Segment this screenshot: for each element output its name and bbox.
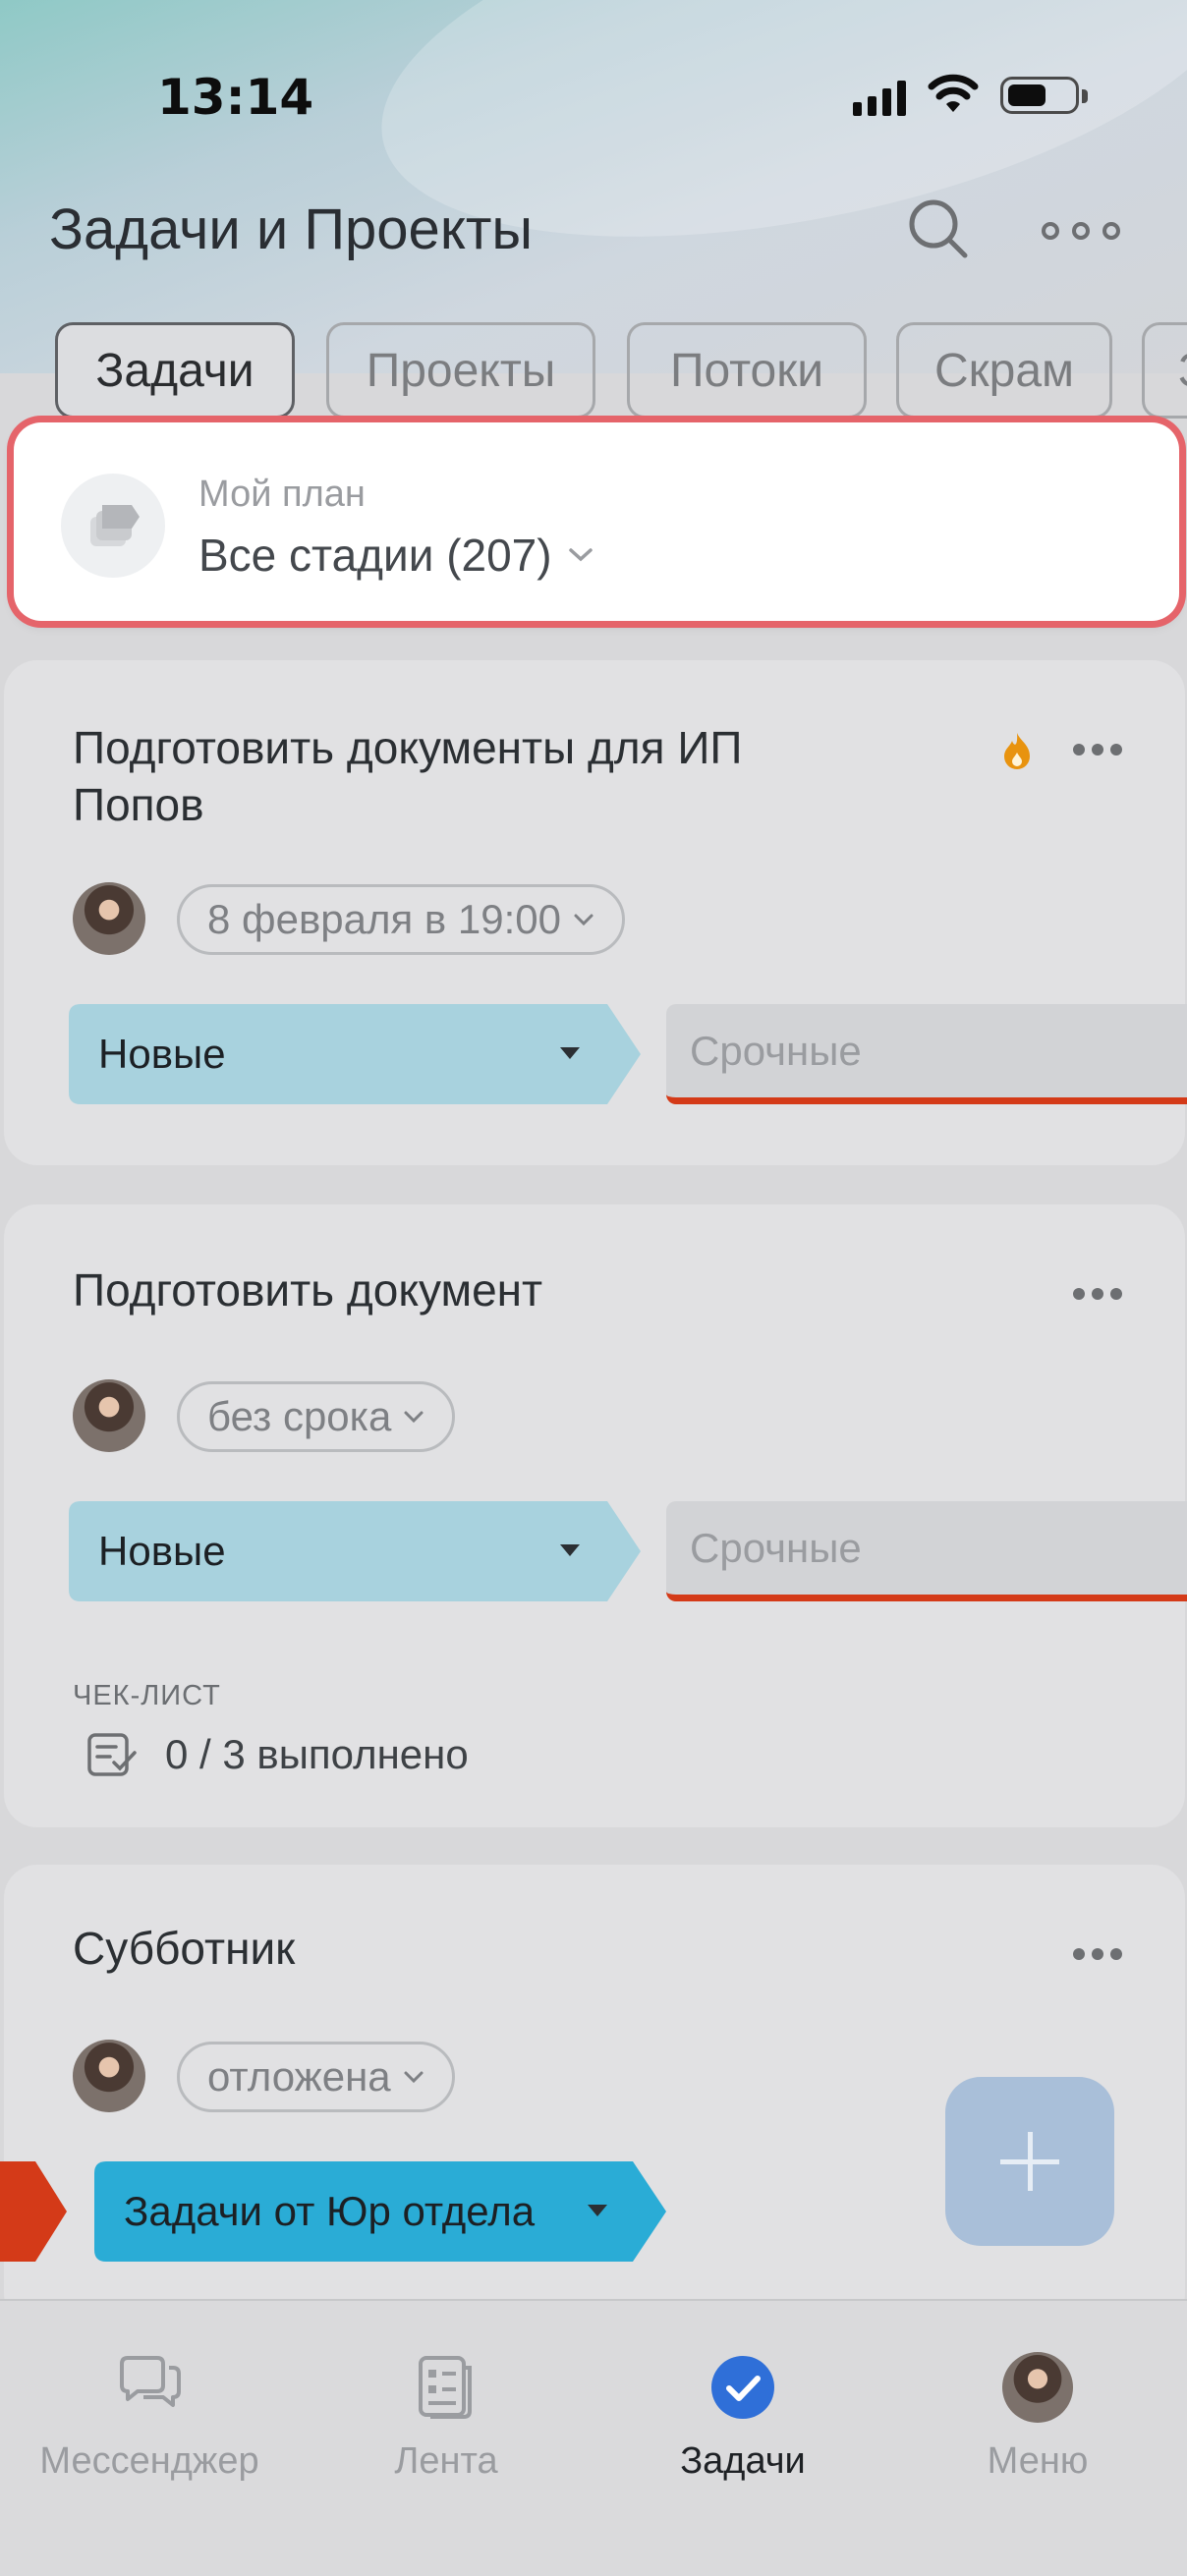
task-card[interactable]: Подготовить документ без срока Новые Сро… [4, 1204, 1187, 1827]
stage-label: Задачи от Юр отдела [124, 2188, 536, 2234]
deadline-text: без срока [207, 1393, 392, 1439]
task-more-icon[interactable] [1073, 1947, 1122, 1961]
stage-selector[interactable]: Новые [69, 1501, 641, 1601]
chevron-down-icon [404, 2071, 424, 2084]
tab-more[interactable]: З [1142, 322, 1187, 419]
plan-label: Мой план [198, 474, 366, 515]
checklist-progress-text: 0 / 3 выполнено [165, 1731, 469, 1777]
tab-scrum[interactable]: Скрам [896, 322, 1112, 419]
stage-selector[interactable]: Задачи от Юр отдела [94, 2161, 666, 2262]
caret-down-icon [588, 2205, 607, 2216]
task-title[interactable]: Субботник [73, 1920, 839, 1977]
task-card[interactable]: Подготовить документы для ИП Попов 8 фев… [4, 660, 1187, 1165]
nav-label: Меню [987, 2440, 1089, 2482]
more-options-icon[interactable] [1042, 201, 1120, 260]
deadline-pill[interactable]: без срока [177, 1381, 456, 1452]
tab-flows[interactable]: Потоки [627, 322, 867, 419]
messenger-icon [120, 2356, 181, 2407]
stack-icon [61, 474, 165, 578]
chevron-down-icon [404, 1411, 424, 1424]
fire-icon [1004, 733, 1030, 769]
battery-icon [1000, 77, 1088, 114]
task-more-icon[interactable] [1073, 1287, 1122, 1301]
wifi-icon [928, 74, 979, 112]
bottom-navigation: Мессенджер Лента Задачи Меню [0, 2299, 1187, 2576]
plan-stage-dropdown[interactable]: Все стадии (207) [198, 529, 595, 582]
task-more-icon[interactable] [1073, 743, 1122, 756]
deadline-text: 8 февраля в 19:00 [207, 896, 561, 942]
nav-messenger[interactable]: Мессенджер [2, 2330, 297, 2488]
avatar[interactable] [73, 2040, 145, 2112]
plan-selector[interactable]: Мой план Все стадии (207) [14, 422, 1179, 621]
nav-label: Мессенджер [39, 2440, 259, 2482]
checklist-label: ЧЕК-ЛИСТ [73, 1680, 221, 1711]
chevron-down-icon [568, 548, 593, 562]
tab-projects[interactable]: Проекты [326, 322, 595, 419]
checklist-icon [87, 1733, 137, 1776]
deadline-pill[interactable]: 8 февраля в 19:00 [177, 884, 625, 955]
stage-selector[interactable]: Новые [69, 1004, 641, 1104]
plan-stage-value: Все стадии (207) [198, 530, 552, 581]
stage-label: Новые [98, 1528, 226, 1574]
avatar[interactable] [73, 1379, 145, 1452]
stage-label: Новые [98, 1031, 226, 1077]
search-icon[interactable] [904, 195, 973, 263]
task-title[interactable]: Подготовить документ [73, 1261, 839, 1318]
nav-feed[interactable]: Лента [299, 2330, 594, 2488]
chevron-down-icon [574, 914, 594, 926]
nav-tasks[interactable]: Задачи [595, 2330, 890, 2488]
add-task-button[interactable] [945, 2077, 1114, 2246]
feed-icon [419, 2356, 472, 2419]
nav-label: Задачи [680, 2440, 806, 2482]
tasks-check-icon [711, 2356, 774, 2419]
page-title: Задачи и Проекты [49, 197, 534, 261]
avatar[interactable] [73, 882, 145, 955]
flow-urgent-selector[interactable]: Срочные [666, 1501, 1187, 1601]
status-bar: 13:14 [0, 0, 1187, 187]
deadline-pill[interactable]: отложена [177, 2042, 455, 2112]
status-time: 13:14 [157, 69, 314, 126]
avatar-icon [1002, 2352, 1073, 2423]
caret-down-icon [560, 1047, 580, 1059]
tab-bar: Задачи Проекты Потоки Скрам З [55, 322, 1187, 420]
nav-menu[interactable]: Меню [890, 2330, 1185, 2488]
previous-stage-marker[interactable] [0, 2161, 69, 2262]
nav-label: Лента [394, 2440, 498, 2482]
checklist-progress[interactable]: 0 / 3 выполнено [86, 1731, 469, 1778]
cellular-signal-icon [853, 79, 906, 116]
flow-urgent-selector[interactable]: Срочные [666, 1004, 1187, 1104]
deadline-text: отложена [207, 2053, 391, 2100]
caret-down-icon [560, 1544, 580, 1556]
tab-tasks[interactable]: Задачи [55, 322, 295, 419]
task-title[interactable]: Подготовить документы для ИП Попов [73, 719, 839, 833]
